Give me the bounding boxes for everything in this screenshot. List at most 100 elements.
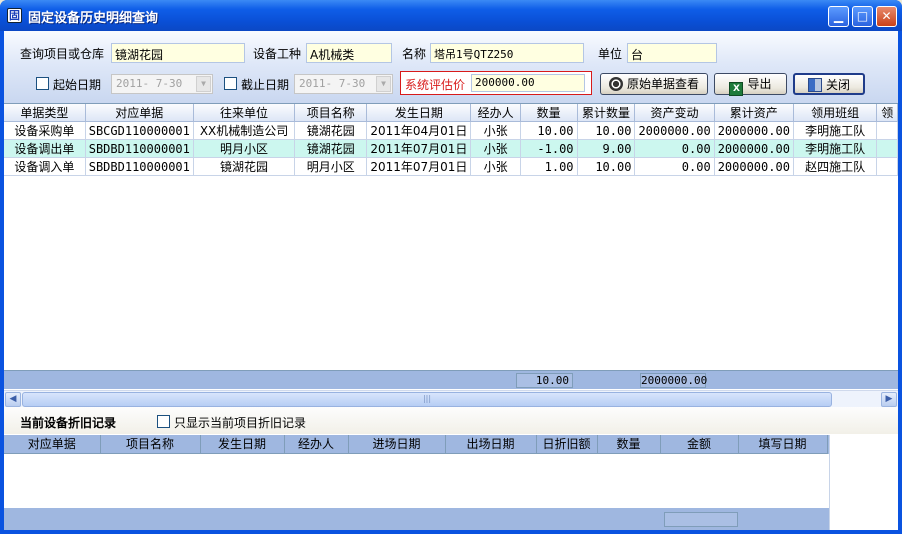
- unit-label: 单位: [598, 47, 623, 61]
- window-title: 固定设备历史明细查询: [28, 11, 159, 26]
- depreciation-title: 当前设备折旧记录: [20, 416, 117, 430]
- depreciation-grid[interactable]: 对应单据 项目名称 发生日期 经办人 进场日期 出场日期 日折旧额 数量 金额 填写日期: [4, 435, 898, 530]
- table-cell: 2011年04月01日: [366, 121, 472, 140]
- depreciation-totals-bar: [4, 508, 829, 530]
- total-quantity: 10.00: [516, 373, 573, 388]
- table-cell: 2000000.00: [634, 121, 715, 140]
- table-cell: 设备采购单: [4, 121, 86, 140]
- column-header[interactable]: 项目名称: [294, 104, 368, 122]
- end-date-picker[interactable]: 2011- 7-30 ▼: [294, 74, 393, 94]
- column-header[interactable]: 领用班组: [793, 104, 878, 122]
- column-header[interactable]: 对应单据: [4, 435, 101, 454]
- project-label: 查询项目或仓库: [20, 47, 105, 61]
- column-header[interactable]: 发生日期: [200, 435, 285, 454]
- table-cell: 1.00: [520, 157, 578, 176]
- table-cell: 10.00: [520, 121, 578, 140]
- view-original-label: 原始单据查看: [626, 77, 699, 91]
- column-header[interactable]: 填写日期: [738, 435, 828, 454]
- project-field[interactable]: 镜湖花园: [111, 43, 245, 63]
- start-date-picker[interactable]: 2011- 7-30 ▼: [111, 74, 213, 94]
- table-row[interactable]: 设备调入单 SBDBD110000001 镜湖花园 明月小区 2011年07月01日 小张…: [4, 157, 898, 176]
- column-header[interactable]: 领: [876, 104, 898, 122]
- view-original-button[interactable]: 原始单据查看: [600, 73, 708, 95]
- column-header[interactable]: 进场日期: [348, 435, 446, 454]
- eval-price-label: 系统评估价: [405, 78, 466, 92]
- chevron-down-icon[interactable]: ▼: [376, 76, 391, 92]
- column-header[interactable]: 金额: [660, 435, 739, 454]
- eval-price-box: 系统评估价 200000.00: [400, 71, 592, 95]
- name-label: 名称: [402, 47, 427, 61]
- table-cell: SBCGD110000001: [85, 121, 194, 140]
- table-cell: 小张: [470, 121, 521, 140]
- eval-price-field[interactable]: 200000.00: [471, 74, 585, 92]
- end-date-checkbox[interactable]: [224, 77, 237, 90]
- table-cell: 2000000.00: [714, 121, 794, 140]
- table-cell: [876, 157, 898, 176]
- title-bar[interactable]: 固 固定设备历史明细查询 ▁ □ ✕: [0, 0, 902, 31]
- minimize-button[interactable]: ▁: [828, 6, 849, 27]
- table-cell: 0.00: [634, 157, 715, 176]
- column-header[interactable]: 单据类型: [4, 104, 86, 122]
- exit-door-icon: [807, 78, 822, 92]
- close-label: 关闭: [825, 78, 850, 92]
- client-area: 查询项目或仓库 镜湖花园 设备工种 A机械类 名称 塔吊1号QTZ250 单位 …: [4, 31, 898, 530]
- depreciation-total-cell: [664, 512, 738, 527]
- depreciation-section: 当前设备折旧记录 只显示当前项目折旧记录 对应单据 项目名称 发生日期 经办人 进场日期…: [4, 407, 898, 530]
- table-cell: 明月小区: [193, 139, 296, 158]
- column-header[interactable]: 资产变动: [634, 104, 715, 122]
- unit-field[interactable]: 台: [627, 43, 717, 63]
- chevron-down-icon[interactable]: ▼: [196, 76, 211, 92]
- table-cell: 2000000.00: [714, 139, 794, 158]
- scroll-thumb[interactable]: |||: [22, 392, 832, 407]
- maximize-button[interactable]: □: [852, 6, 873, 27]
- column-header[interactable]: 累计数量: [577, 104, 636, 122]
- table-row[interactable]: 设备采购单 SBCGD110000001 XX机械制造公司 镜湖花园 2011年04月0…: [4, 121, 898, 140]
- scroll-right-icon[interactable]: ▶: [881, 392, 897, 407]
- close-window-button[interactable]: ✕: [876, 6, 897, 27]
- column-header[interactable]: 项目名称: [100, 435, 201, 454]
- type-field[interactable]: A机械类: [306, 43, 392, 63]
- horizontal-scrollbar[interactable]: ◀ ||| ▶: [4, 390, 898, 407]
- table-cell: [876, 139, 898, 158]
- table-cell: 李明施工队: [793, 121, 878, 140]
- export-button[interactable]: X 导出: [714, 73, 787, 96]
- column-header[interactable]: 往来单位: [193, 104, 296, 122]
- history-grid[interactable]: 单据类型 对应单据 往来单位 项目名称 发生日期 经办人 数量 累计数量 资产变动 累计资产 领用班…: [4, 103, 898, 370]
- export-label: 导出: [747, 77, 772, 91]
- start-date-value: 2011- 7-30: [116, 77, 183, 90]
- column-header[interactable]: 日折旧额: [536, 435, 598, 454]
- start-date-label: 起始日期: [53, 78, 102, 92]
- excel-icon: X: [729, 82, 744, 96]
- column-header[interactable]: 经办人: [284, 435, 349, 454]
- column-header[interactable]: 出场日期: [445, 435, 537, 454]
- scroll-left-icon[interactable]: ◀: [5, 392, 21, 407]
- column-header[interactable]: 发生日期: [366, 104, 472, 122]
- table-cell: 镜湖花园: [294, 139, 368, 158]
- end-date-value: 2011- 7-30: [299, 77, 366, 90]
- column-header[interactable]: 数量: [520, 104, 578, 122]
- app-icon: 固: [7, 8, 22, 23]
- table-row[interactable]: 设备调出单 SBDBD110000001 明月小区 镜湖花园 2011年07月01日 小张…: [4, 139, 898, 158]
- depreciation-grid-blank: [829, 435, 898, 530]
- table-cell: 10.00: [577, 121, 636, 140]
- column-header[interactable]: 数量: [597, 435, 661, 454]
- table-cell: -1.00: [520, 139, 578, 158]
- column-header[interactable]: 经办人: [470, 104, 521, 122]
- column-header[interactable]: 累计资产: [714, 104, 794, 122]
- start-date-checkbox[interactable]: [36, 77, 49, 90]
- name-field[interactable]: 塔吊1号QTZ250: [430, 43, 584, 63]
- end-date-label: 截止日期: [241, 78, 290, 92]
- column-header[interactable]: 对应单据: [85, 104, 194, 122]
- only-current-checkbox[interactable]: [157, 415, 170, 428]
- main-window: 固 固定设备历史明细查询 ▁ □ ✕ 查询项目或仓库 镜湖花园 设备工种 A机械…: [0, 0, 902, 534]
- table-cell: 9.00: [577, 139, 636, 158]
- table-cell: 镜湖花园: [294, 121, 368, 140]
- view-document-icon: [608, 77, 623, 91]
- close-button[interactable]: 关闭: [793, 73, 865, 95]
- table-cell: 赵四施工队: [793, 157, 878, 176]
- table-cell: 2011年07月01日: [366, 139, 472, 158]
- table-cell: 小张: [470, 139, 521, 158]
- totals-bar: 10.00 2000000.00: [4, 370, 898, 389]
- only-current-label: 只显示当前项目折旧记录: [174, 416, 307, 430]
- table-cell: 设备调出单: [4, 139, 86, 158]
